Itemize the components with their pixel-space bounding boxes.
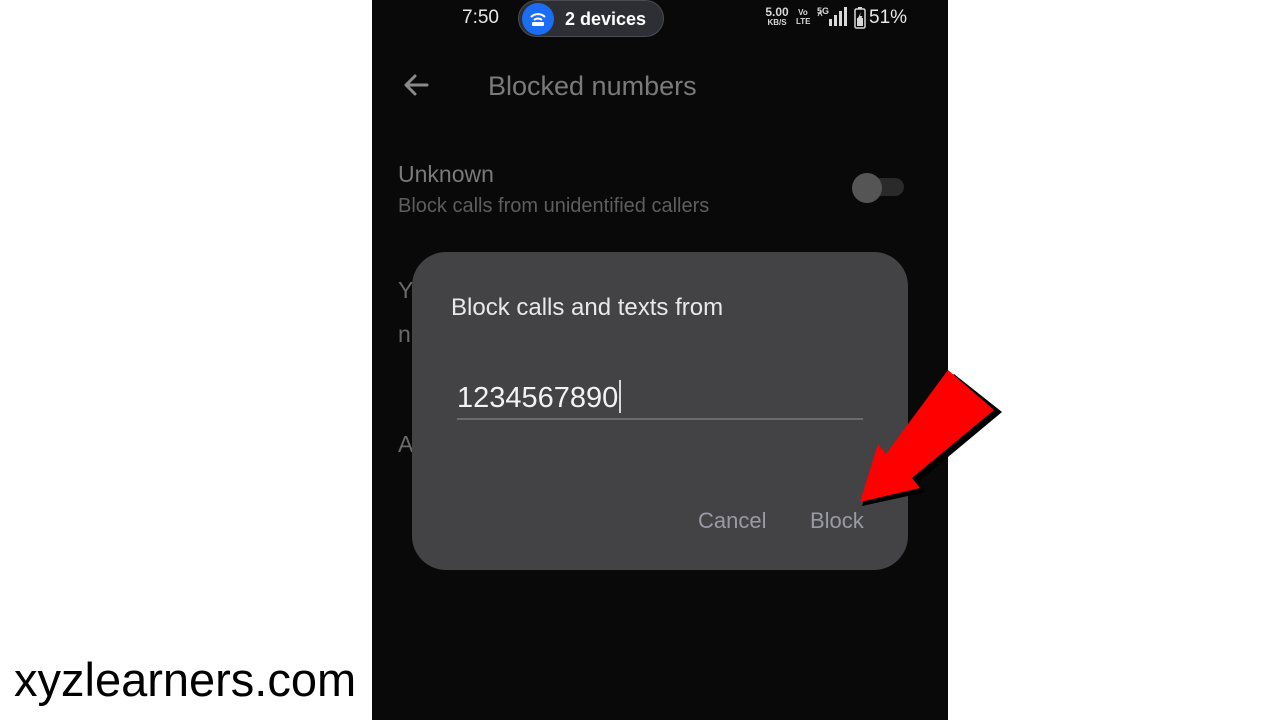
obscured-text-2: n [398,321,411,347]
network-speed: 5.00 KB/S [762,5,792,27]
network-speed-unit: KB/S [767,18,787,27]
hotspot-icon [522,3,554,35]
red-pointer-arrow-icon [860,370,1002,506]
back-arrow-icon[interactable] [400,68,434,102]
page-title: Blocked numbers [488,71,697,101]
phone-number-value: 1234567890 [457,382,619,414]
unknown-callers-toggle[interactable] [852,173,904,203]
signal-icon: 5G [817,6,851,33]
watermark: xyzlearners.com [14,653,357,706]
phone-screen: 7:50 2 devices 5.00 KB/S Vo LTE 5G 51% B… [372,0,948,720]
text-cursor [619,380,622,413]
volte-bottom: LTE [796,17,811,26]
battery-icon [854,7,866,34]
hotspot-devices-label: 2 devices [565,9,647,29]
volte-indicator: Vo LTE [796,8,811,26]
dialog-title: Block calls and texts from [451,294,724,321]
volte-top: Vo [798,8,808,17]
battery-percent: 51% [869,7,908,28]
phone-number-input[interactable]: 1234567890 [457,376,863,420]
toggle-knob [852,173,882,203]
hotspot-indicator[interactable]: 2 devices [518,0,664,37]
unknown-setting-title[interactable]: Unknown [398,160,494,188]
status-time: 7:50 [462,7,499,28]
unknown-setting-subtitle: Block calls from unidentified callers [398,195,710,217]
block-number-dialog: Block calls and texts from 1234567890 Ca… [412,252,908,570]
page: 7:50 2 devices 5.00 KB/S Vo LTE 5G 51% B… [0,0,1280,720]
network-speed-value: 5.00 [765,5,789,19]
cancel-button[interactable]: Cancel [698,508,766,534]
